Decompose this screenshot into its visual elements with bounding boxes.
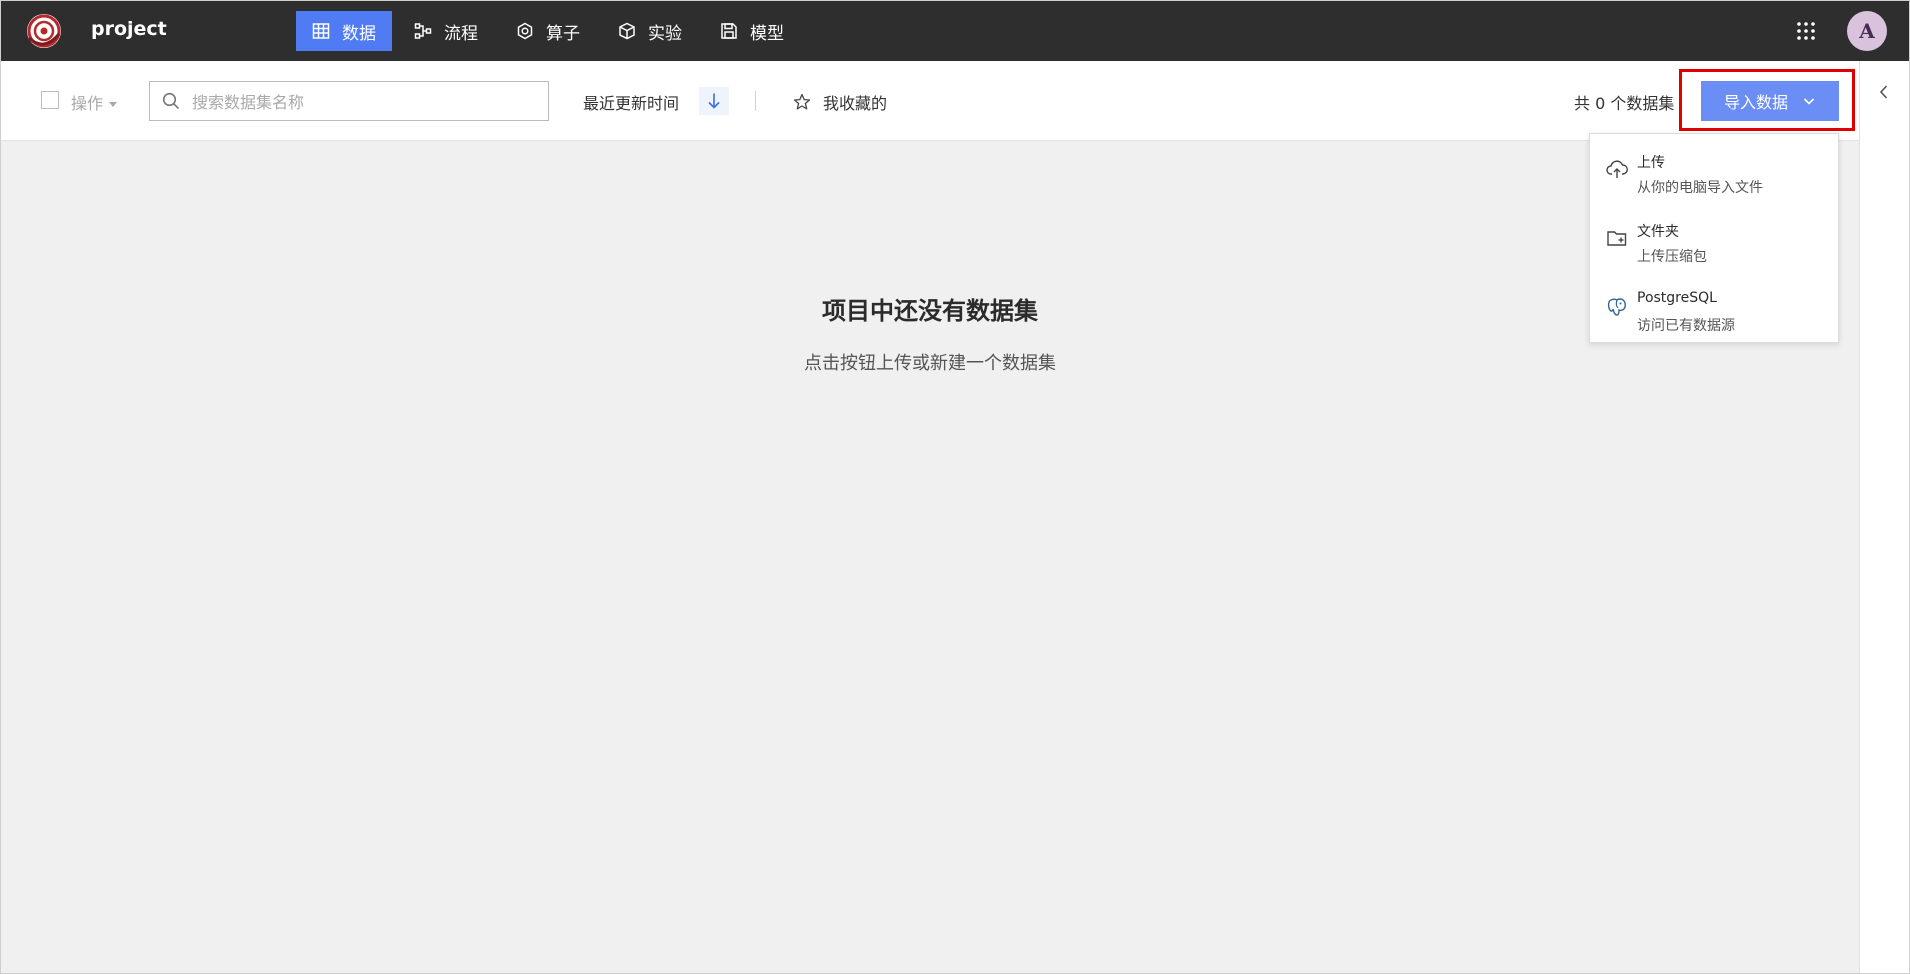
app-logo-icon[interactable] <box>25 12 63 50</box>
menu-item-desc: 上传压缩包 <box>1637 249 1707 265</box>
nav-item-label: 数据 <box>342 23 376 44</box>
favorites-filter[interactable]: 我收藏的 <box>793 90 887 114</box>
nav-item-experiment[interactable]: 实验 <box>602 11 698 51</box>
save-icon <box>721 23 737 39</box>
nav-item-label: 实验 <box>648 23 682 44</box>
sort-direction-button[interactable] <box>699 87 729 115</box>
search-box <box>149 81 549 122</box>
postgresql-icon <box>1607 298 1626 316</box>
chevron-left-icon[interactable] <box>1877 83 1891 101</box>
select-all-checkbox[interactable] <box>41 91 59 109</box>
menu-item-desc: 从你的电脑导入文件 <box>1637 180 1763 196</box>
nav-item-flow[interactable]: 流程 <box>398 11 494 51</box>
empty-state-subtitle: 点击按钮上传或新建一个数据集 <box>804 353 1056 374</box>
dataset-count: 共 0 个数据集 <box>1574 94 1675 113</box>
toolbar-divider <box>755 91 756 111</box>
cube-icon <box>619 22 635 40</box>
folder-add-icon <box>1607 231 1627 246</box>
sort-field-label[interactable]: 最近更新时间 <box>583 90 679 114</box>
nav-item-data[interactable]: 数据 <box>296 11 392 51</box>
apps-grid-icon[interactable] <box>1796 21 1816 41</box>
operator-icon <box>517 22 533 40</box>
top-nav-bar: project 数据 流程 算子 实验 模型 A <box>1 1 1909 61</box>
cloud-upload-icon <box>1606 160 1628 178</box>
menu-item-title: 文件夹 <box>1637 224 1679 240</box>
highlight-box <box>1679 69 1855 131</box>
nav-item-label: 算子 <box>546 23 580 44</box>
app-window: project 数据 流程 算子 实验 模型 A 操作 搜索数据集名称 最近更新… <box>0 0 1910 974</box>
nav-item-label: 模型 <box>750 23 784 44</box>
main-nav: 数据 流程 算子 实验 模型 <box>296 11 800 51</box>
favorites-label: 我收藏的 <box>823 94 888 113</box>
avatar[interactable]: A <box>1847 11 1887 51</box>
nav-item-label: 流程 <box>444 23 478 44</box>
operations-label: 操作 <box>71 94 104 113</box>
flow-icon <box>414 23 432 39</box>
table-icon <box>312 23 330 39</box>
arrow-down-icon <box>708 93 720 109</box>
data-toolbar: 操作 最近更新时间 我收藏的 共 0 个数据集 <box>1 61 1859 141</box>
nav-item-operator[interactable]: 算子 <box>500 11 596 51</box>
import-dropdown-menu: 上传 从你的电脑导入文件 文件夹 上传压缩包 PostgreSQL 访问已有数据… <box>1589 133 1839 343</box>
menu-item-folder[interactable]: 文件夹 上传压缩包 <box>1590 207 1838 273</box>
menu-item-desc: 访问已有数据源 <box>1637 318 1735 334</box>
empty-state-title: 项目中还没有数据集 <box>822 297 1038 325</box>
operations-dropdown[interactable]: 操作 <box>71 90 118 114</box>
menu-item-title: PostgreSQL <box>1637 290 1717 306</box>
project-name[interactable]: project <box>91 18 167 40</box>
menu-item-postgresql[interactable]: PostgreSQL 访问已有数据源 <box>1590 276 1838 342</box>
nav-item-model[interactable]: 模型 <box>704 11 800 51</box>
star-icon <box>793 93 811 110</box>
right-side-panel <box>1859 61 1909 973</box>
search-input[interactable] <box>190 82 544 122</box>
search-icon <box>162 92 180 110</box>
caret-down-icon <box>109 102 118 107</box>
menu-item-title: 上传 <box>1637 155 1665 171</box>
menu-item-upload[interactable]: 上传 从你的电脑导入文件 <box>1590 138 1838 204</box>
